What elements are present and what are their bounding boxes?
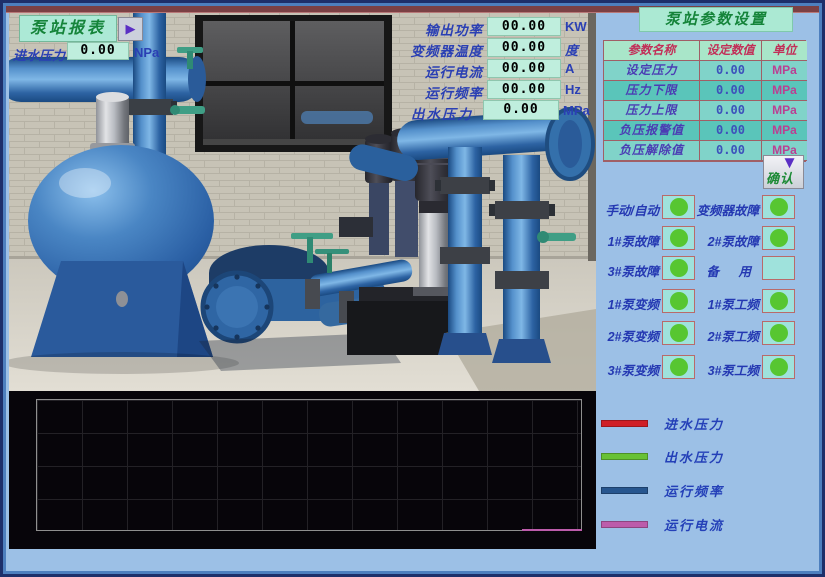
legend-label-outlet: 出水压力: [664, 447, 724, 466]
report-button[interactable]: 泵站报表: [19, 15, 117, 42]
window-reflection: [301, 111, 373, 124]
status-indicator-pump1-vfd: [662, 289, 695, 313]
current-trace-flatline: [522, 529, 582, 531]
status-indicator-pump3-mains: [762, 355, 795, 379]
legend-label-inlet: 进水压力: [664, 414, 724, 433]
output-power-unit: KW: [565, 19, 587, 34]
status-indicator-inverter-fault: [762, 195, 795, 219]
inlet-pressure-value: 0.00: [67, 42, 129, 60]
indicator-lamp: [670, 259, 688, 277]
inlet-pressure-label: 进水压力: [13, 45, 65, 64]
indicator-lamp: [670, 229, 688, 247]
run-current-label: 运行电流: [355, 61, 483, 81]
indicator-lamp: [770, 198, 788, 216]
run-current-value: 00.00: [487, 59, 561, 78]
output-power-label: 输出功率: [355, 19, 483, 39]
status-label-pump2-mains: 2#泵工频: [693, 326, 759, 345]
status-label-auto-manual: 手动/自动: [589, 200, 659, 219]
param-value[interactable]: 0.00: [700, 81, 762, 101]
inlet-pressure-unit: NPa: [134, 45, 159, 60]
col-header-unit: 单位: [762, 41, 807, 61]
settings-title: 泵站参数设置: [639, 7, 793, 32]
param-name: 设定压力: [604, 61, 700, 81]
status-indicator-pump3-vfd: [662, 355, 695, 379]
run-frequency-value: 00.00: [487, 80, 561, 99]
param-unit: MPa: [762, 81, 807, 101]
confirm-button[interactable]: ▼ 确认: [763, 155, 804, 189]
status-label-pump3-mains: 3#泵工频: [693, 360, 759, 379]
outlet-pressure-value: 0.00: [483, 100, 559, 120]
status-label-pump1-vfd: 1#泵变频: [589, 294, 659, 313]
legend-label-frequency: 运行频率: [664, 481, 724, 500]
air-vent-cylinder: [90, 92, 135, 151]
inverter-temp-value: 00.00: [487, 38, 561, 57]
param-value[interactable]: 0.00: [700, 141, 762, 161]
indicator-lamp: [770, 292, 788, 310]
trend-chart: [9, 391, 596, 549]
run-frequency-label: 运行频率: [355, 82, 483, 102]
col-header-name: 参数名称: [604, 41, 700, 61]
status-indicator-pump1-fault: [662, 226, 695, 250]
status-indicator-pump2-vfd: [662, 321, 695, 345]
status-label-pump3-fault: 3#泵故障: [589, 261, 659, 280]
run-current-unit: A: [565, 61, 574, 76]
param-name: 压力下限: [604, 81, 700, 101]
output-power-value: 00.00: [487, 17, 561, 36]
param-value[interactable]: 0.00: [700, 121, 762, 141]
param-unit: MPa: [762, 121, 807, 141]
col-header-value: 设定数值: [700, 41, 762, 61]
outlet-pressure-label: 出水压力: [411, 103, 473, 123]
indicator-lamp: [670, 292, 688, 310]
trend-plot-area: [36, 399, 582, 531]
legend-swatch-outlet: [601, 453, 648, 460]
status-indicator-pump3-fault: [662, 256, 695, 280]
param-name: 压力上限: [604, 101, 700, 121]
play-arrow-icon[interactable]: ▶: [118, 17, 143, 41]
param-value[interactable]: 0.00: [700, 61, 762, 81]
pipe-coupling: [305, 279, 320, 309]
pump-station-hmi: 泵站报表 ▶ 进水压力 0.00 NPa 输出功率 00.00 KW 变频器温度…: [0, 0, 825, 577]
suction-stub: [339, 217, 373, 237]
tank-shadow: [9, 352, 239, 374]
status-indicator-auto-manual: [662, 195, 695, 219]
status-label-pump1-fault: 1#泵故障: [589, 231, 659, 250]
status-indicator-spare: [762, 256, 795, 280]
indicator-lamp: [670, 198, 688, 216]
outlet-pressure-unit: MPa: [563, 103, 590, 118]
status-label-spare: 备 用: [693, 261, 759, 280]
param-unit: MPa: [762, 101, 807, 121]
legend-label-current: 运行电流: [664, 515, 724, 534]
status-indicator-pump2-mains: [762, 321, 795, 345]
legend-swatch-current: [601, 521, 648, 528]
status-indicator-pump1-mains: [762, 289, 795, 313]
status-indicator-pump2-fault: [762, 226, 795, 250]
settings-table: 参数名称 设定数值 单位 设定压力 0.00 MPa 压力下限 0.00 MPa…: [603, 40, 806, 162]
run-frequency-unit: Hz: [565, 82, 581, 97]
status-label-inverter-fault: 变频器故障: [693, 200, 759, 219]
status-label-pump3-vfd: 3#泵变频: [589, 360, 659, 379]
inverter-temp-label: 变频器温度: [355, 40, 483, 60]
tank-pedestal: [31, 261, 213, 357]
confirm-label: 确认: [766, 168, 794, 187]
param-name: 负压解除值: [604, 141, 700, 161]
param-value[interactable]: 0.00: [700, 101, 762, 121]
indicator-lamp: [770, 229, 788, 247]
param-name: 负压报警值: [604, 121, 700, 141]
status-label-pump2-fault: 2#泵故障: [693, 231, 759, 250]
status-label-pump1-mains: 1#泵工频: [693, 294, 759, 313]
indicator-lamp: [670, 358, 688, 376]
status-label-pump2-vfd: 2#泵变频: [589, 326, 659, 345]
legend-swatch-inlet: [601, 420, 648, 427]
indicator-lamp: [770, 358, 788, 376]
inverter-temp-unit: 度: [565, 40, 578, 59]
legend-swatch-frequency: [601, 487, 648, 494]
indicator-lamp: [770, 324, 788, 342]
param-unit: MPa: [762, 61, 807, 81]
indicator-lamp: [670, 324, 688, 342]
